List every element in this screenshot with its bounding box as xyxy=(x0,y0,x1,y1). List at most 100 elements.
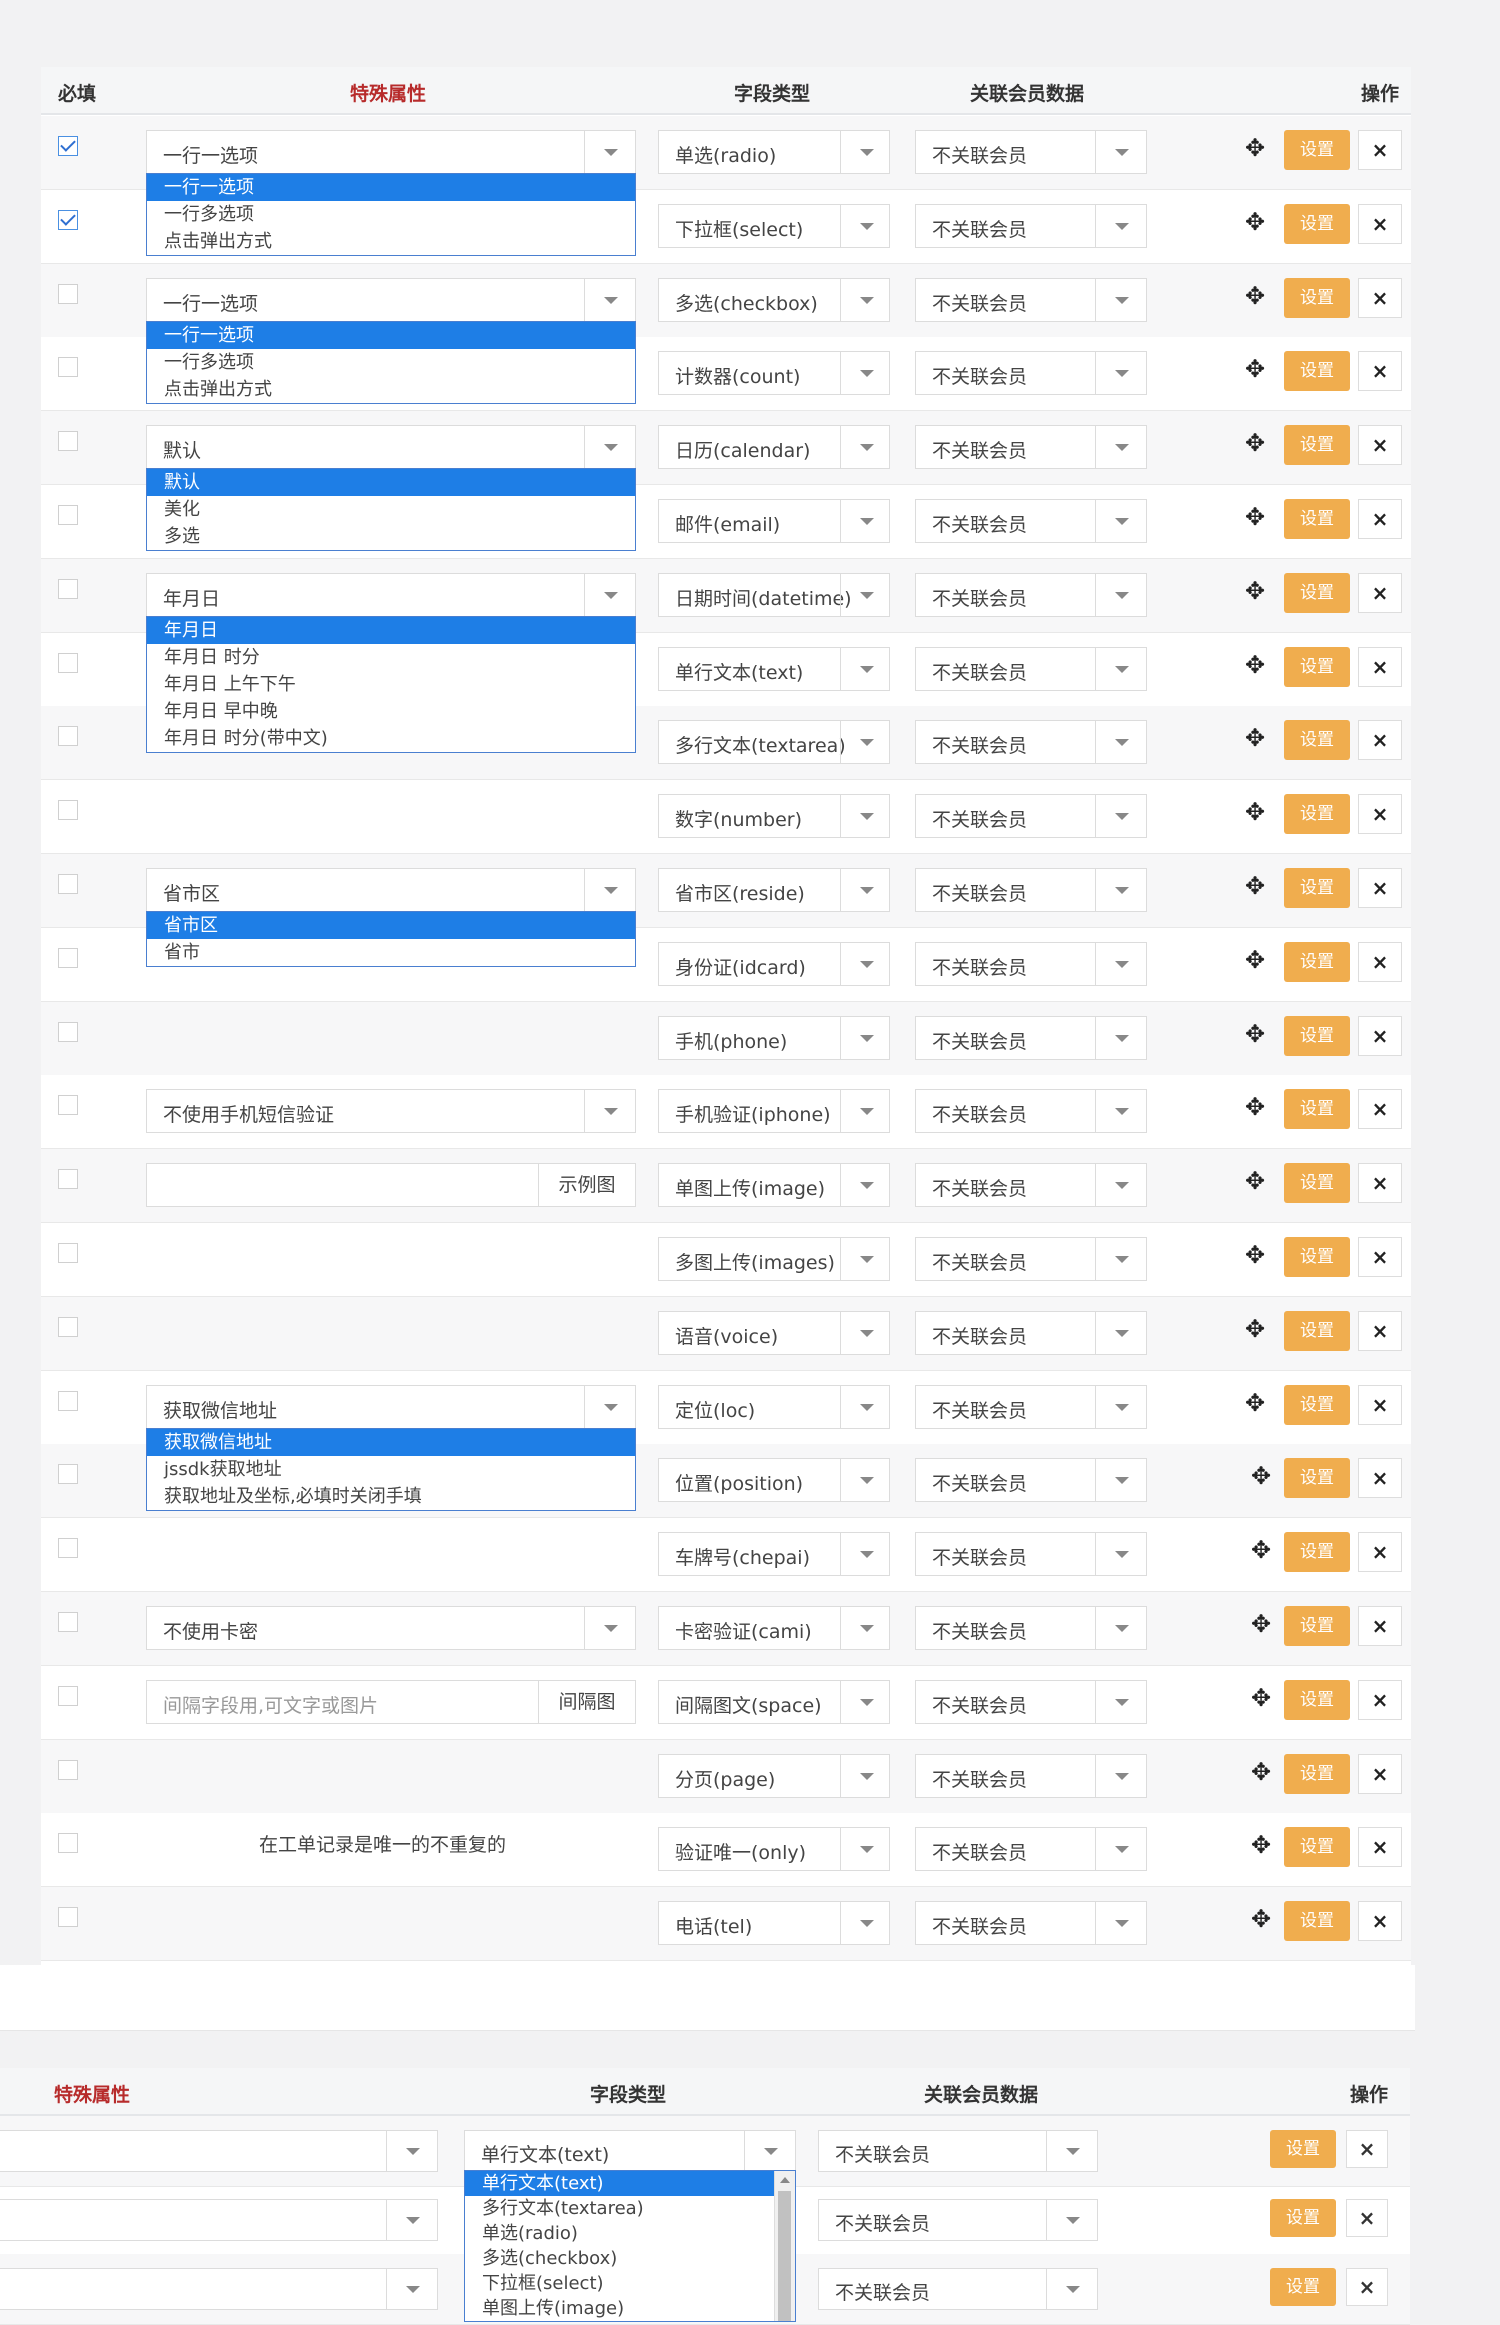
required-checkbox[interactable] xyxy=(58,1612,78,1632)
chevron-down-icon[interactable] xyxy=(1095,1754,1146,1797)
field-type-select[interactable]: 数字(number) xyxy=(658,794,890,839)
chevron-down-icon[interactable] xyxy=(1095,869,1146,911)
chevron-down-icon[interactable] xyxy=(1095,131,1146,173)
member-select[interactable]: 不关联会员 xyxy=(915,1310,1147,1355)
delete-button[interactable]: × xyxy=(1358,1310,1402,1351)
delete-button[interactable]: × xyxy=(1358,572,1402,613)
special-attr-select[interactable] xyxy=(0,2130,438,2172)
special-attr-select[interactable]: 一行一选项 xyxy=(146,130,636,174)
chevron-down-icon[interactable] xyxy=(1095,1016,1146,1059)
member-select[interactable]: 不关联会员 xyxy=(915,1237,1147,1281)
required-checkbox[interactable] xyxy=(58,136,78,156)
member-select[interactable]: 不关联会员 xyxy=(915,1163,1147,1208)
dropdown-option[interactable]: 年月日 时分(带中文) xyxy=(147,725,635,752)
required-checkbox[interactable] xyxy=(58,1390,78,1411)
chevron-down-icon[interactable] xyxy=(584,278,635,321)
set-button[interactable]: 设置 xyxy=(1284,351,1350,392)
move-icon[interactable]: ✥ xyxy=(1243,1095,1267,1119)
field-type-select[interactable]: 单选(radio) xyxy=(658,130,890,174)
member-select[interactable]: 不关联会员 xyxy=(915,351,1147,396)
chevron-down-icon[interactable] xyxy=(1095,204,1146,247)
move-icon[interactable]: ✥ xyxy=(1249,1833,1273,1857)
field-type-select[interactable]: 计数器(count) xyxy=(658,351,890,396)
required-checkbox[interactable] xyxy=(58,1021,78,1042)
set-button[interactable]: 设置 xyxy=(1270,2199,1336,2237)
chevron-down-icon[interactable] xyxy=(840,278,889,321)
field-type-select[interactable]: 下拉框(select) xyxy=(658,203,890,248)
move-icon[interactable]: ✥ xyxy=(1243,136,1267,160)
required-checkbox[interactable] xyxy=(58,1759,78,1780)
chevron-down-icon[interactable] xyxy=(840,1164,889,1207)
dropdown-option[interactable]: 多选(checkbox) xyxy=(465,2246,795,2271)
chevron-down-icon[interactable] xyxy=(1095,647,1146,690)
dropdown-scrollbar[interactable] xyxy=(774,2171,795,2321)
required-checkbox[interactable] xyxy=(58,283,78,304)
delete-button[interactable]: × xyxy=(1358,425,1402,466)
member-select[interactable]: 不关联会员 xyxy=(915,720,1147,765)
chevron-down-icon[interactable] xyxy=(840,1311,889,1354)
move-icon[interactable]: ✥ xyxy=(1243,1391,1267,1415)
member-select[interactable]: 不关联会员 xyxy=(915,130,1147,174)
required-checkbox[interactable] xyxy=(58,1685,78,1706)
field-type-select[interactable]: 日期时间(datetime) xyxy=(658,572,890,617)
move-icon[interactable]: ✥ xyxy=(1243,726,1267,750)
chevron-down-icon[interactable] xyxy=(1095,352,1146,395)
set-button[interactable]: 设置 xyxy=(1284,1679,1350,1720)
chevron-down-icon[interactable] xyxy=(840,1016,889,1059)
scroll-thumb[interactable] xyxy=(778,2191,791,2321)
required-checkbox[interactable] xyxy=(58,1316,78,1337)
move-icon[interactable]: ✥ xyxy=(1243,579,1267,603)
field-type-select[interactable]: 手机验证(iphone) xyxy=(658,1089,890,1134)
scroll-up-icon[interactable] xyxy=(780,2177,790,2183)
chevron-down-icon[interactable] xyxy=(1095,1828,1146,1871)
dropdown-option[interactable]: 一行多选项 xyxy=(147,201,635,228)
required-checkbox[interactable] xyxy=(58,1095,78,1116)
chevron-down-icon[interactable] xyxy=(584,1090,635,1133)
move-icon[interactable]: ✥ xyxy=(1243,800,1267,824)
set-button[interactable]: 设置 xyxy=(1284,941,1350,982)
chevron-down-icon[interactable] xyxy=(840,1828,889,1871)
delete-button[interactable]: × xyxy=(1358,1532,1402,1573)
dropdown-option[interactable]: 一行多选项 xyxy=(147,349,635,376)
dropdown-option[interactable]: 单行文本(text) xyxy=(465,2171,795,2196)
addon-button[interactable]: 示例图 xyxy=(538,1164,635,1207)
set-button[interactable]: 设置 xyxy=(1284,572,1350,613)
member-select[interactable]: 不关联会员 xyxy=(915,646,1147,691)
required-checkbox[interactable] xyxy=(58,431,78,452)
chevron-down-icon[interactable] xyxy=(840,1090,889,1133)
member-select[interactable]: 不关联会员 xyxy=(915,1458,1147,1503)
set-button[interactable]: 设置 xyxy=(1284,1015,1350,1056)
chevron-down-icon[interactable] xyxy=(1095,795,1146,838)
special-attr-select[interactable]: 获取微信地址 xyxy=(146,1384,636,1429)
special-attr-select[interactable]: 不使用卡密 xyxy=(146,1606,636,1650)
dropdown-option[interactable]: 单选(radio) xyxy=(465,2221,795,2246)
dropdown-option[interactable]: 点击弹出方式 xyxy=(147,376,635,403)
set-button[interactable]: 设置 xyxy=(1284,425,1350,466)
required-checkbox[interactable] xyxy=(58,357,78,378)
set-button[interactable]: 设置 xyxy=(1284,1753,1350,1794)
member-select[interactable]: 不关联会员 xyxy=(915,499,1147,543)
move-icon[interactable]: ✥ xyxy=(1243,284,1267,308)
attr-dropdown-list[interactable]: 一行一选项 一行多选项 点击弹出方式 xyxy=(146,173,636,256)
member-select[interactable]: 不关联会员 xyxy=(915,1606,1147,1650)
dropdown-option[interactable]: 获取微信地址 xyxy=(147,1428,635,1456)
dropdown-option[interactable]: 获取地址及坐标,必填时关闭手填 xyxy=(147,1483,635,1510)
move-icon[interactable]: ✥ xyxy=(1243,431,1267,455)
field-type-select[interactable]: 身份证(idcard) xyxy=(658,941,890,986)
required-checkbox[interactable] xyxy=(58,947,78,968)
move-icon[interactable]: ✥ xyxy=(1243,948,1267,972)
member-select[interactable]: 不关联会员 xyxy=(915,1532,1147,1577)
required-checkbox[interactable] xyxy=(58,1833,78,1854)
delete-button[interactable]: × xyxy=(1346,2130,1388,2168)
special-attr-select[interactable]: 一行一选项 xyxy=(146,277,636,322)
chevron-down-icon[interactable] xyxy=(1095,1680,1146,1723)
required-checkbox[interactable] xyxy=(58,1464,78,1485)
chevron-down-icon[interactable] xyxy=(1095,1311,1146,1354)
chevron-down-icon[interactable] xyxy=(1046,2131,1097,2171)
move-icon[interactable]: ✥ xyxy=(1243,1022,1267,1046)
move-icon[interactable]: ✥ xyxy=(1249,1760,1273,1784)
set-button[interactable]: 设置 xyxy=(1284,130,1350,170)
delete-button[interactable]: × xyxy=(1358,1458,1402,1499)
chevron-down-icon[interactable] xyxy=(584,1607,635,1649)
chevron-down-icon[interactable] xyxy=(584,573,635,616)
